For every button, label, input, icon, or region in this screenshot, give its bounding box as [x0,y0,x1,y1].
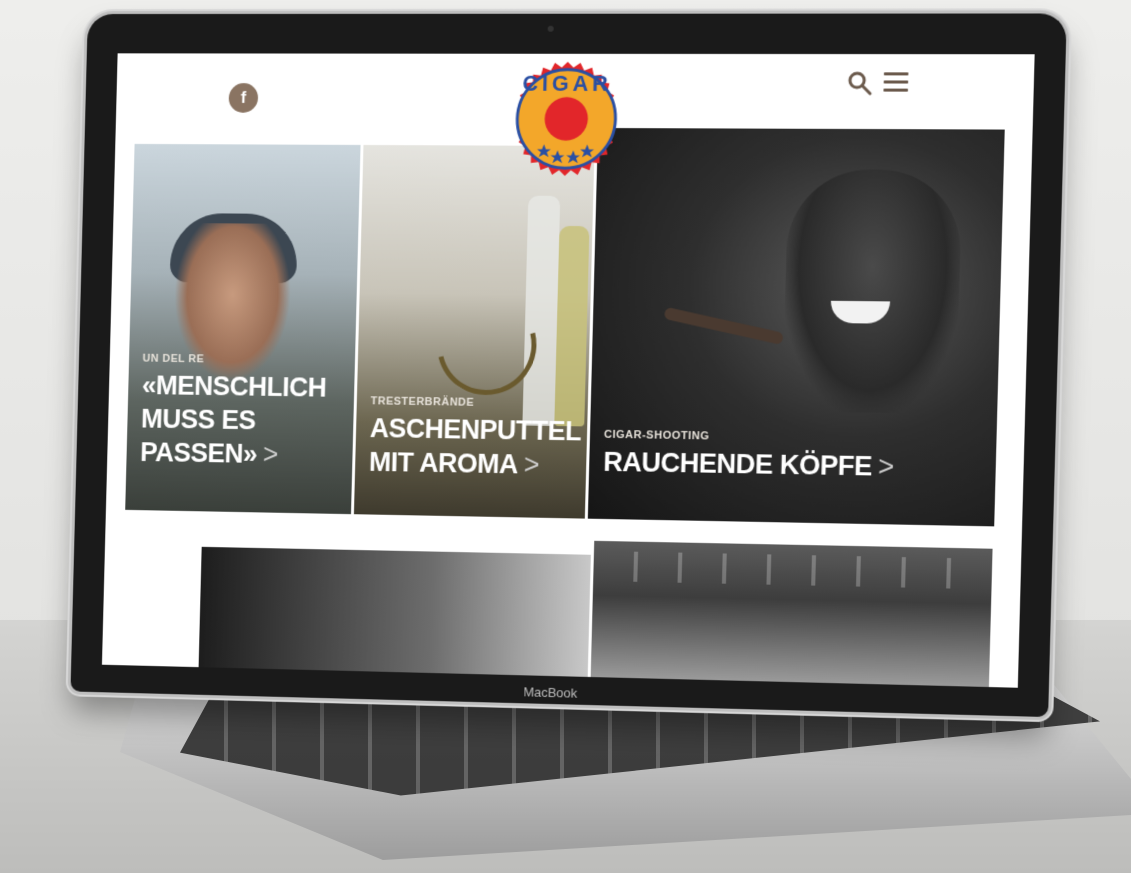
search-icon[interactable] [846,70,873,96]
hamburger-menu-icon[interactable] [883,72,909,92]
tile-headline[interactable]: «MENSCHLICH MUSS ES PASSEN» > [140,368,345,472]
tile-kicker: UN DEL RE [142,352,205,366]
camera-dot [547,25,554,32]
chevron-right-icon: > [523,449,540,480]
tile-kicker: TRESTERBRÄNDE [370,395,475,409]
article-tile-menschlich[interactable]: UN DEL RE «MENSCHLICH MUSS ES PASSEN» > [125,143,361,515]
facebook-icon[interactable]: f [228,83,259,113]
article-tile-rauchende-koepfe[interactable]: CIGAR-SHOOTING RAUCHENDE KÖPFE > [587,127,1005,527]
article-tile-lounge[interactable] [590,540,993,688]
article-tile-portrait[interactable] [198,546,591,677]
tile-text: CIGAR-SHOOTING RAUCHENDE KÖPFE > [603,429,986,486]
chevron-right-icon: > [877,451,895,482]
chevron-right-icon: > [262,439,279,470]
article-tile-aschenputtel[interactable]: TRESTERBRÄNDE ASCHENPUTTEL MIT AROMA > [353,144,595,519]
bottle-photo [554,225,590,427]
tile-kicker: CIGAR-SHOOTING [603,428,710,443]
laptop-screen: f CIGAR UN DEL RE «MENSCHLICH MUSS ES PA… [101,53,1035,688]
logo-text: CIGAR [522,72,612,96]
laptop-lid: f CIGAR UN DEL RE «MENSCHLICH MUSS ES PA… [70,13,1067,718]
tile-headline[interactable]: RAUCHENDE KÖPFE > [603,445,986,486]
cigar-photo [663,306,785,346]
tile-text: TRESTERBRÄNDE ASCHENPUTTEL MIT AROMA > [369,395,581,482]
lounge-lights [593,550,993,590]
tile-text: UN DEL RE «MENSCHLICH MUSS ES PASSEN» > [140,353,346,473]
tile-headline[interactable]: ASCHENPUTTEL MIT AROMA > [369,411,581,482]
woman-photo [782,169,963,414]
cigar-logo[interactable]: CIGAR [506,60,627,179]
